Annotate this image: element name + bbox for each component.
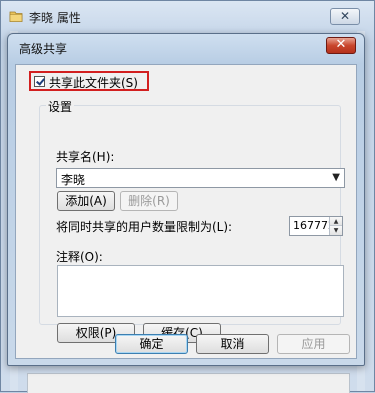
spin-down-icon[interactable]: ▼ <box>330 226 342 235</box>
spinner-buttons: ▲ ▼ <box>329 217 342 235</box>
ok-button[interactable]: 确定 <box>115 334 188 354</box>
add-button[interactable]: 添加(A) <box>57 191 115 211</box>
dialog-client-area: 共享此文件夹(S) 设置 共享名(H): 李晓 ▼ 添加(A) 删除(R) 将同… <box>15 64 357 359</box>
share-name-select[interactable]: 李晓 ▼ <box>56 168 345 188</box>
dialog-close-button[interactable]: ✕ <box>326 37 356 54</box>
comment-textarea[interactable] <box>57 265 344 317</box>
properties-content-edge <box>27 373 350 393</box>
dialog-title: 高级共享 <box>19 42 68 56</box>
spin-up-icon[interactable]: ▲ <box>330 217 342 226</box>
share-name-label: 共享名(H): <box>56 150 115 164</box>
share-name-value: 李晓 <box>61 173 86 187</box>
chevron-down-icon[interactable]: ▼ <box>332 172 340 183</box>
properties-title: 李晓 属性 <box>29 11 81 25</box>
share-folder-highlight: 共享此文件夹(S) <box>29 71 149 91</box>
remove-button[interactable]: 删除(R) <box>120 191 178 211</box>
user-limit-spinner[interactable]: 16777216 ▲ ▼ <box>289 216 343 236</box>
apply-button[interactable]: 应用 <box>277 334 350 354</box>
settings-group-label: 设置 <box>46 98 75 115</box>
user-limit-value: 16777216 <box>293 219 329 232</box>
folder-icon <box>9 11 23 22</box>
advanced-sharing-dialog: 高级共享 ✕ 共享此文件夹(S) 设置 共享名(H): 李晓 ▼ 添加(A) 删… <box>7 33 365 366</box>
comment-label: 注释(O): <box>56 250 103 264</box>
cancel-button[interactable]: 取消 <box>196 334 269 354</box>
user-limit-label: 将同时共享的用户数量限制为(L): <box>56 220 233 234</box>
share-folder-label[interactable]: 共享此文件夹(S) <box>49 74 138 91</box>
properties-titlebar: 李晓 属性 ✕ <box>1 1 374 31</box>
properties-close-button[interactable]: ✕ <box>330 8 360 25</box>
share-folder-checkbox[interactable] <box>34 76 45 87</box>
